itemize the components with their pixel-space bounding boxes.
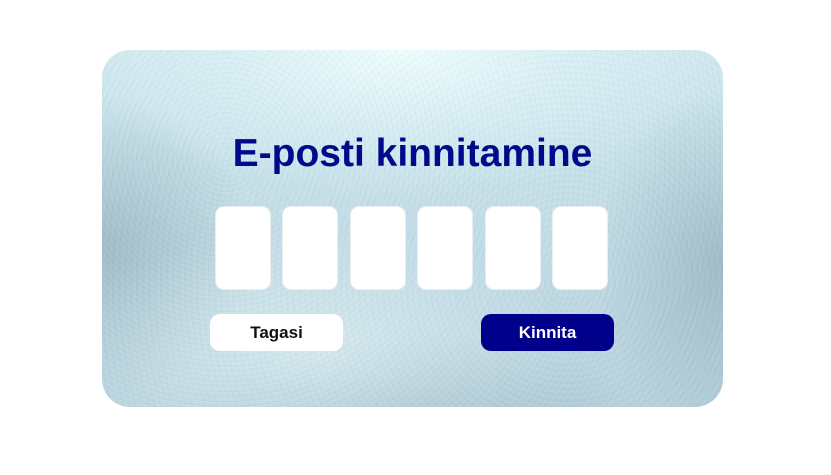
code-digit-3[interactable] bbox=[350, 206, 406, 290]
back-button[interactable]: Tagasi bbox=[210, 314, 343, 351]
code-digit-5[interactable] bbox=[485, 206, 541, 290]
code-digit-2[interactable] bbox=[282, 206, 338, 290]
page-title: E-posti kinnitamine bbox=[232, 132, 593, 175]
code-digit-1[interactable] bbox=[215, 206, 271, 290]
confirm-button[interactable]: Kinnita bbox=[481, 314, 614, 351]
code-digit-6[interactable] bbox=[552, 206, 608, 290]
verification-card: E-posti kinnitamine Tagasi Kinnita bbox=[102, 50, 723, 407]
code-digit-4[interactable] bbox=[417, 206, 473, 290]
